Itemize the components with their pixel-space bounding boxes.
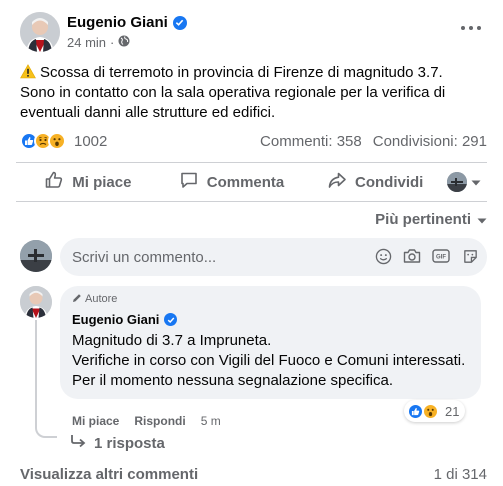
comment-author-text[interactable]: Eugenio Giani (72, 312, 159, 327)
chevron-down-icon (471, 173, 481, 191)
replies-count: 1 risposta (94, 434, 165, 452)
composer-icons: GIF (374, 247, 479, 265)
comment-reaction-count: 21 (445, 403, 460, 419)
divider-top (16, 162, 487, 163)
comment-author-name[interactable]: Eugenio Giani (72, 312, 469, 327)
author-badge-label: Autore (85, 293, 118, 305)
emoji-icon[interactable] (374, 247, 392, 265)
globe-icon (118, 35, 130, 50)
comment-sort-selector[interactable]: Più pertinenti (375, 211, 487, 228)
svg-text:GIF: GIF (436, 255, 446, 261)
comment-time[interactable]: 5 m (201, 414, 221, 428)
comment-button[interactable]: Commenta (160, 164, 304, 200)
verified-badge-icon (164, 313, 178, 326)
author-avatar[interactable] (20, 12, 60, 52)
view-replies-link[interactable]: 1 risposta (70, 434, 165, 452)
share-button[interactable]: Condividi (303, 164, 447, 200)
like-label: Mi piace (72, 173, 132, 191)
meta-separator: · (110, 35, 115, 50)
comment-bubble: Autore Eugenio Giani Magnitudo di 3.7 a … (60, 286, 481, 399)
post-actions: Mi piace Commenta Condividi (16, 164, 487, 200)
sort-label: Più pertinenti (375, 211, 471, 228)
author-badge: Autore (72, 292, 469, 306)
reply-arrow-icon (70, 434, 86, 452)
comment-reply-link[interactable]: Rispondi (134, 414, 185, 428)
wow-reaction-icon (422, 402, 439, 420)
reactions-summary[interactable]: 1002 (20, 132, 107, 150)
thread-connector (35, 320, 57, 438)
profile-avatar (447, 172, 468, 192)
stats-right: Commenti: 358 Condivisioni: 291 (260, 133, 487, 150)
comment-line-3: Per il momento nessuna segnalazione spec… (72, 372, 394, 389)
view-more-comments[interactable]: Visualizza altri commenti (20, 466, 198, 483)
comments-count[interactable]: Commenti: 358 (260, 133, 362, 150)
comment-label: Commenta (206, 173, 285, 191)
comment-line-2: Verifiche in corso con Vigili del Fuoco … (72, 352, 466, 369)
pencil-icon (72, 293, 82, 306)
user-avatar[interactable] (20, 240, 52, 272)
post-header: Eugenio Giani 24 min · (16, 12, 491, 56)
divider-bottom (16, 201, 487, 202)
comment-composer: GIF (20, 238, 487, 276)
post-as-selector[interactable] (447, 172, 487, 192)
camera-icon[interactable] (403, 247, 421, 265)
share-label: Condividi (355, 173, 424, 191)
post-author-name[interactable]: Eugenio Giani (67, 14, 187, 31)
verified-badge-icon (172, 15, 187, 30)
shares-count[interactable]: Condivisioni: 291 (373, 133, 487, 150)
comment-author-avatar[interactable] (20, 286, 52, 318)
comment-actions: Mi piace Rispondi 5 m (72, 414, 221, 428)
comment-like-link[interactable]: Mi piace (72, 414, 119, 428)
gif-icon[interactable]: GIF (432, 247, 450, 265)
comment-icon (179, 170, 199, 194)
comments-footer: Visualizza altri commenti 1 di 314 (20, 466, 487, 483)
post-stats: 1002 Commenti: 358 Condivisioni: 291 (20, 128, 487, 154)
sticker-icon[interactable] (461, 247, 479, 265)
comment-line-1: Magnitudo di 3.7 a Impruneta. (72, 332, 272, 349)
like-button[interactable]: Mi piace (16, 164, 160, 200)
post-time[interactable]: 24 min (67, 35, 106, 50)
comment-text: Magnitudo di 3.7 a Impruneta. Verifiche … (72, 331, 469, 391)
more-icon[interactable] (461, 22, 481, 34)
comment-reactions[interactable]: 21 (404, 400, 466, 422)
warning-icon (20, 64, 36, 79)
post-body-text: Scossa di terremoto in provincia di Fire… (20, 64, 446, 121)
author-name-text[interactable]: Eugenio Giani (67, 14, 168, 31)
wow-reaction-icon (48, 132, 66, 150)
thumbs-up-icon (44, 170, 64, 194)
comments-pager: 1 di 314 (433, 466, 487, 483)
post-text: Scossa di terremoto in provincia di Fire… (20, 63, 480, 123)
reaction-count[interactable]: 1002 (74, 133, 107, 150)
share-icon (327, 170, 347, 194)
chevron-down-icon (477, 211, 487, 228)
post-meta: 24 min · (67, 35, 130, 50)
